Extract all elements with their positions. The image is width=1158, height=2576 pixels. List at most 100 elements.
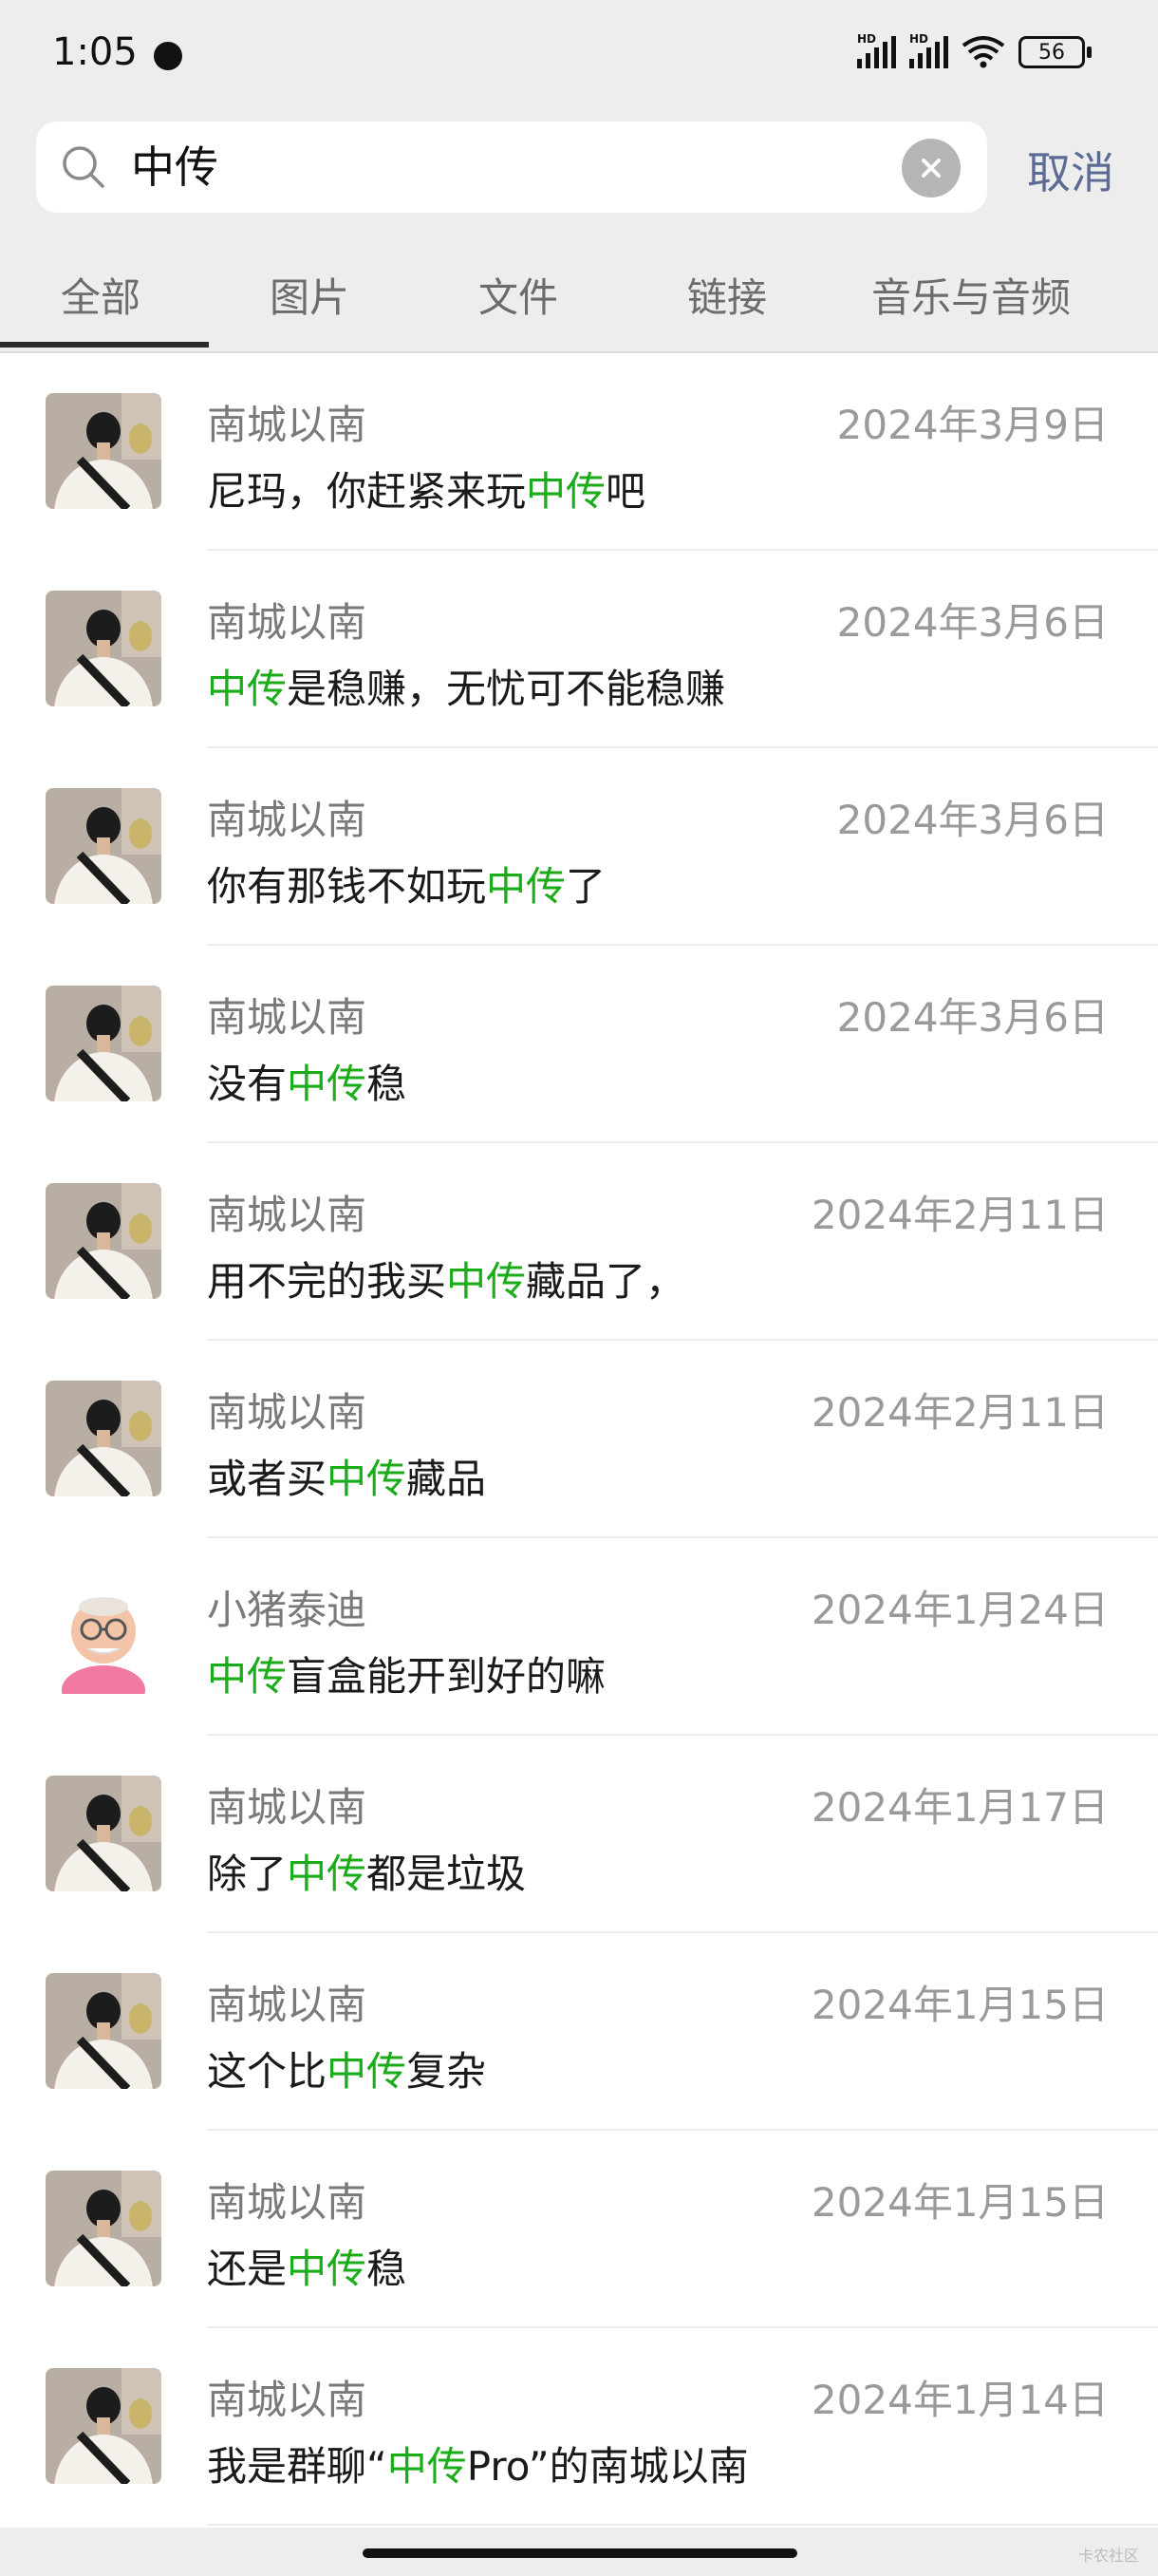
message-date: 2024年2月11日 [811, 1192, 1109, 1238]
sender-name: 南城以南 [207, 1192, 367, 1238]
search-results-list: 南城以南 2024年3月9日 尼玛，你赶紧来玩中传吧 南城以南 2024年3月6日 中传… [0, 353, 1158, 2528]
message-text-pre: 这个比 [207, 2048, 327, 2095]
result-item[interactable]: 小猪泰迪 2024年1月24日 中传盲盒能开到好的嘛 [0, 1538, 1158, 1736]
avatar[interactable] [46, 1578, 161, 1694]
battery-level: 56 [1038, 40, 1065, 65]
keyword-highlight: 中传 [287, 2246, 367, 2292]
message-date: 2024年1月14日 [811, 2377, 1109, 2423]
result-item[interactable]: 南城以南 2024年3月6日 没有中传稳 [0, 946, 1158, 1143]
tab-files[interactable]: 文件 [478, 266, 558, 324]
result-item[interactable]: 南城以南 2024年3月9日 尼玛，你赶紧来玩中传吧 [0, 353, 1158, 551]
message-text-post: 稳 [366, 2246, 407, 2292]
hd-label-1: HD [857, 32, 877, 46]
message-text: 中传盲盒能开到好的嘛 [207, 1645, 606, 1702]
message-date: 2024年3月6日 [836, 797, 1109, 843]
message-text: 中传是稳赚，无忧可不能稳赚 [207, 657, 725, 715]
message-text-post: 是稳赚，无忧可不能稳赚 [287, 666, 726, 712]
message-date: 2024年3月6日 [836, 599, 1109, 646]
message-text: 我是群聊“中传Pro”的南城以南 [207, 2435, 749, 2492]
search-input[interactable]: 中传 [131, 139, 218, 196]
result-item[interactable]: 南城以南 2024年1月17日 除了中传都是垃圾 [0, 1736, 1158, 1933]
active-tab-indicator [0, 342, 209, 348]
keyword-highlight: 中传 [207, 666, 288, 712]
wifi-icon [962, 36, 1005, 68]
message-text-pre: 或者买 [207, 1456, 327, 1502]
sender-name: 南城以南 [207, 402, 367, 448]
avatar[interactable] [46, 986, 161, 1101]
message-text-pre: 没有 [207, 1061, 288, 1107]
sender-name: 小猪泰迪 [207, 1587, 367, 1633]
message-text-post: 吧 [606, 468, 646, 515]
sender-name: 南城以南 [207, 797, 367, 843]
result-item[interactable]: 南城以南 2024年1月15日还是中传稳 [0, 2131, 1158, 2328]
result-item[interactable]: 南城以南 2024年1月15日这个比中传复杂 [0, 1933, 1158, 2131]
sender-name: 南城以南 [207, 1389, 367, 1436]
keyword-highlight: 中传 [327, 2048, 407, 2095]
result-item[interactable]: 南城以南 2024年2月11日 或者买中传藏品 [0, 1341, 1158, 1538]
keyword-highlight: 中传 [207, 1653, 288, 1700]
message-text-pre: 尼玛，你赶紧来玩 [207, 468, 527, 515]
avatar[interactable] [46, 2171, 161, 2286]
message-text-pre: 用不完的我买 [207, 1258, 447, 1305]
result-item[interactable]: 南城以南 2024年2月11日用不完的我买中传藏品了， [0, 1143, 1158, 1341]
hd-label-2: HD [909, 32, 929, 46]
tab-links[interactable]: 链接 [687, 266, 767, 324]
tab-all[interactable]: 全部 [61, 266, 140, 324]
message-text: 你有那钱不如玩中传了 [207, 855, 606, 912]
status-bar: 1:05 HD HD 56 [0, 0, 1158, 114]
sender-name: 南城以南 [207, 2179, 367, 2226]
avatar[interactable] [46, 1183, 161, 1299]
result-item[interactable]: 南城以南 2024年1月14日我是群聊“中传Pro”的南城以南 [0, 2328, 1158, 2526]
avatar[interactable] [46, 2368, 161, 2484]
message-text-post: 复杂 [406, 2048, 487, 2095]
message-date: 2024年1月15日 [811, 1982, 1109, 2028]
keyword-highlight: 中传 [327, 1456, 407, 1502]
sender-name: 南城以南 [207, 599, 367, 646]
keyword-highlight: 中传 [287, 1061, 367, 1107]
message-text-post: 都是垃圾 [366, 1851, 527, 1897]
avatar[interactable] [46, 1381, 161, 1496]
sender-name: 南城以南 [207, 2377, 367, 2423]
message-text: 用不完的我买中传藏品了， [207, 1250, 685, 1307]
avatar[interactable] [46, 393, 161, 509]
message-text-post: 藏品了， [526, 1258, 686, 1305]
result-item[interactable]: 南城以南 2024年3月6日中传是稳赚，无忧可不能稳赚 [0, 551, 1158, 748]
home-indicator[interactable] [363, 2548, 797, 2558]
keyword-highlight: 中传 [386, 2443, 467, 2490]
battery-icon: 56 [1018, 36, 1092, 68]
message-date: 2024年2月11日 [811, 1389, 1109, 1436]
alarm-icon [154, 42, 182, 70]
sender-name: 南城以南 [207, 1982, 367, 2028]
keyword-highlight: 中传 [287, 1851, 367, 1897]
avatar[interactable] [46, 591, 161, 706]
search-icon [63, 146, 104, 188]
watermark: 卡农社区 [1077, 2547, 1139, 2565]
avatar[interactable] [46, 788, 161, 904]
signal-1-icon: HD [857, 32, 896, 68]
status-time: 1:05 [52, 30, 138, 74]
message-text-post: 了 [566, 863, 607, 910]
message-text: 没有中传稳 [207, 1052, 406, 1110]
message-text: 还是中传稳 [207, 2237, 406, 2295]
message-text-pre: 我是群聊“ [207, 2443, 387, 2490]
message-date: 2024年1月17日 [811, 1784, 1109, 1831]
tab-music-audio[interactable]: 音乐与音频 [871, 266, 1071, 324]
filter-tabs: 全部 图片 文件 链接 音乐与音频 [0, 237, 1158, 349]
message-text-pre: 除了 [207, 1851, 288, 1897]
result-item[interactable]: 南城以南 2024年3月6日你有那钱不如玩中传了 [0, 748, 1158, 946]
avatar[interactable] [46, 1776, 161, 1891]
cancel-button[interactable]: 取消 [1027, 139, 1114, 201]
search-box[interactable]: 中传 [36, 122, 987, 213]
message-text-post: 稳 [366, 1061, 407, 1107]
message-text-post: Pro”的南城以南 [466, 2443, 749, 2490]
tab-images[interactable]: 图片 [270, 266, 349, 324]
status-icons: HD HD 56 [857, 32, 1092, 68]
close-icon [922, 159, 941, 178]
message-date: 2024年3月6日 [836, 994, 1109, 1041]
keyword-highlight: 中传 [446, 1258, 527, 1305]
message-date: 2024年1月15日 [811, 2179, 1109, 2226]
avatar[interactable] [46, 1973, 161, 2089]
message-text-post: 盲盒能开到好的嘛 [287, 1653, 607, 1700]
clear-search-button[interactable] [902, 139, 961, 197]
message-text: 尼玛，你赶紧来玩中传吧 [207, 460, 645, 517]
